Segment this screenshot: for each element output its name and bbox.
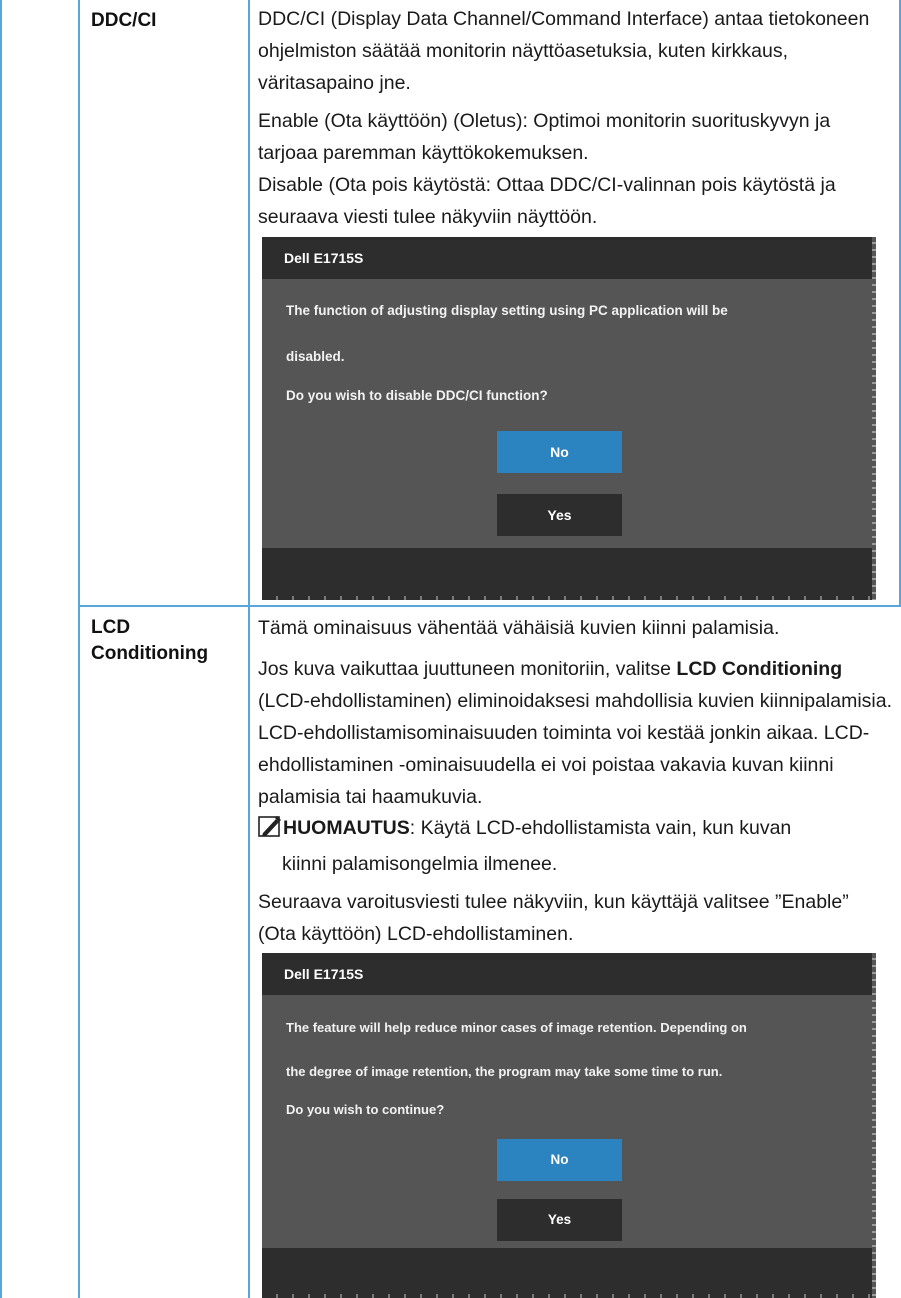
osd-message-line2: the degree of image retention, the progr… — [286, 1064, 723, 1079]
lcd-note-cont: kiinni palamisongelmia ilmenee. — [282, 853, 558, 875]
lcd-paragraph: Jos kuva vaikuttaa juuttuneen monitoriin… — [258, 653, 894, 813]
yes-button[interactable]: Yes — [497, 1199, 622, 1241]
osd-title: Dell E1715S — [284, 966, 364, 982]
table-row-divider — [78, 605, 901, 607]
osd-message-line2: disabled. — [286, 349, 345, 364]
ddc-ci-osd-dialog: Dell E1715S The function of adjusting di… — [262, 237, 876, 600]
osd-question: Do you wish to disable DDC/CI function? — [286, 388, 548, 403]
lcd-paragraph-text-end: (LCD-ehdollistaminen) eliminoidaksesi ma… — [258, 690, 893, 808]
no-button[interactable]: No — [497, 1139, 622, 1181]
osd-title-bar: Dell E1715S — [262, 237, 874, 279]
osd-message-line1: The function of adjusting display settin… — [286, 303, 728, 318]
note-text: : Käytä LCD-ehdollistamista vain, kun ku… — [409, 817, 792, 839]
table-border-left-outer — [0, 0, 2, 1298]
lcd-osd-dialog: Dell E1715S The feature will help reduce… — [262, 953, 876, 1298]
lcd-conditioning-label-line2: Conditioning — [91, 643, 209, 664]
osd-message-line1: The feature will help reduce minor cases… — [286, 1020, 747, 1035]
ddc-ci-enable-text: Enable (Ota käyttöön) (Oletus): Optimoi … — [258, 110, 831, 164]
ddc-ci-description: DDC/CI (Display Data Channel/Command Int… — [258, 8, 870, 94]
lcd-paragraph-bold: LCD Conditioning — [676, 658, 843, 680]
lcd-intro: Tämä ominaisuus vähentää vähäisiä kuvien… — [258, 617, 780, 639]
lcd-paragraph-text-start: Jos kuva vaikuttaa juuttuneen monitoriin… — [258, 658, 677, 680]
lcd-conditioning-label-line1: LCD — [91, 617, 131, 638]
ddc-ci-disable-text: Disable (Ota pois käytöstä: Ottaa DDC/CI… — [258, 174, 836, 228]
osd-title: Dell E1715S — [284, 250, 364, 266]
table-border-col2 — [248, 0, 250, 1298]
no-button[interactable]: No — [497, 431, 622, 473]
osd-footer-bar — [262, 548, 874, 600]
table-border-col1 — [78, 0, 80, 1298]
lcd-note: HUOMAUTUS: Käytä LCD-ehdollistamista vai… — [258, 812, 898, 847]
osd-footer-bar — [262, 1248, 874, 1298]
osd-title-bar: Dell E1715S — [262, 953, 874, 995]
yes-button[interactable]: Yes — [497, 494, 622, 536]
pencil-note-icon — [258, 815, 282, 847]
ddc-ci-label: DDC/CI — [91, 10, 157, 31]
osd-edge — [872, 953, 876, 1298]
osd-question: Do you wish to continue? — [286, 1102, 445, 1117]
lcd-warning-intro: Seuraava varoitusviesti tulee näkyviin, … — [258, 891, 849, 945]
osd-edge — [872, 237, 876, 600]
note-label: HUOMAUTUS — [283, 817, 410, 839]
